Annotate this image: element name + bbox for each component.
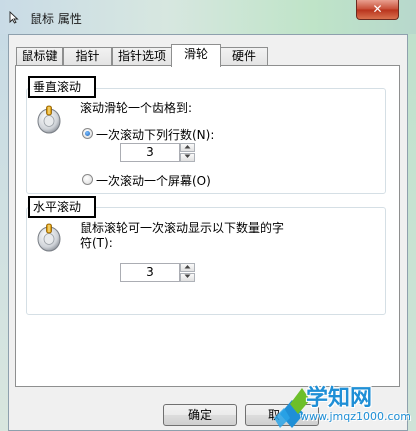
scroll-lines-radio[interactable]	[82, 128, 93, 139]
tab-pointers[interactable]: 指针	[63, 47, 112, 66]
window-title: 鼠标 属性	[30, 12, 82, 26]
scroll-screen-radio[interactable]	[82, 174, 93, 185]
tab-wheel[interactable]: 滑轮	[171, 44, 221, 67]
tab-buttons[interactable]: 鼠标键	[16, 47, 63, 66]
mouse-properties-dialog: 鼠标 属性 ✕ 鼠标键 指针 指针选项 滑轮 硬件 垂直滚动 滚动滑轮一个齿格到…	[0, 0, 416, 431]
close-icon: ✕	[372, 2, 383, 16]
close-button[interactable]: ✕	[356, 0, 399, 20]
mouse-wheel-icon	[37, 105, 61, 134]
tab-pointer-options[interactable]: 指针选项	[112, 47, 172, 66]
scroll-lines-label[interactable]: 一次滚动下列行数(N):	[96, 126, 214, 143]
window-frame-right	[408, 34, 416, 431]
chevron-up-icon	[184, 265, 191, 269]
spin-down-button[interactable]	[180, 273, 195, 282]
ok-button[interactable]: 确定	[163, 404, 237, 426]
scroll-chars-input[interactable]: 3	[120, 263, 180, 282]
watermark-site-name: 学知网	[306, 386, 373, 411]
scroll-screen-label[interactable]: 一次滚动一个屏幕(O)	[96, 172, 211, 189]
horizontal-scroll-group-title: 水平滚动	[28, 196, 96, 218]
chevron-up-icon	[184, 145, 191, 149]
spin-down-button[interactable]	[180, 153, 195, 162]
watermark-url: www.jmqz1000.com	[300, 410, 411, 423]
title-bar[interactable]: 鼠标 属性 ✕	[0, 0, 416, 34]
mouse-wheel-icon	[37, 223, 61, 252]
tab-hardware[interactable]: 硬件	[220, 47, 268, 66]
scroll-lines-spinner[interactable]	[180, 143, 195, 162]
chevron-down-icon	[184, 274, 191, 278]
mouse-pointer-icon	[9, 11, 19, 24]
spin-up-button[interactable]	[180, 263, 195, 272]
spin-up-button[interactable]	[180, 143, 195, 152]
vertical-scroll-group-title: 垂直滚动	[28, 76, 96, 98]
chevron-down-icon	[184, 154, 191, 158]
scroll-lines-input[interactable]: 3	[120, 143, 180, 162]
horizontal-scroll-description-line2: 符(T):	[80, 236, 113, 250]
vertical-scroll-description: 滚动滑轮一个齿格到:	[80, 101, 193, 115]
window-frame-left	[0, 34, 8, 431]
scroll-chars-spinner[interactable]	[180, 263, 195, 282]
